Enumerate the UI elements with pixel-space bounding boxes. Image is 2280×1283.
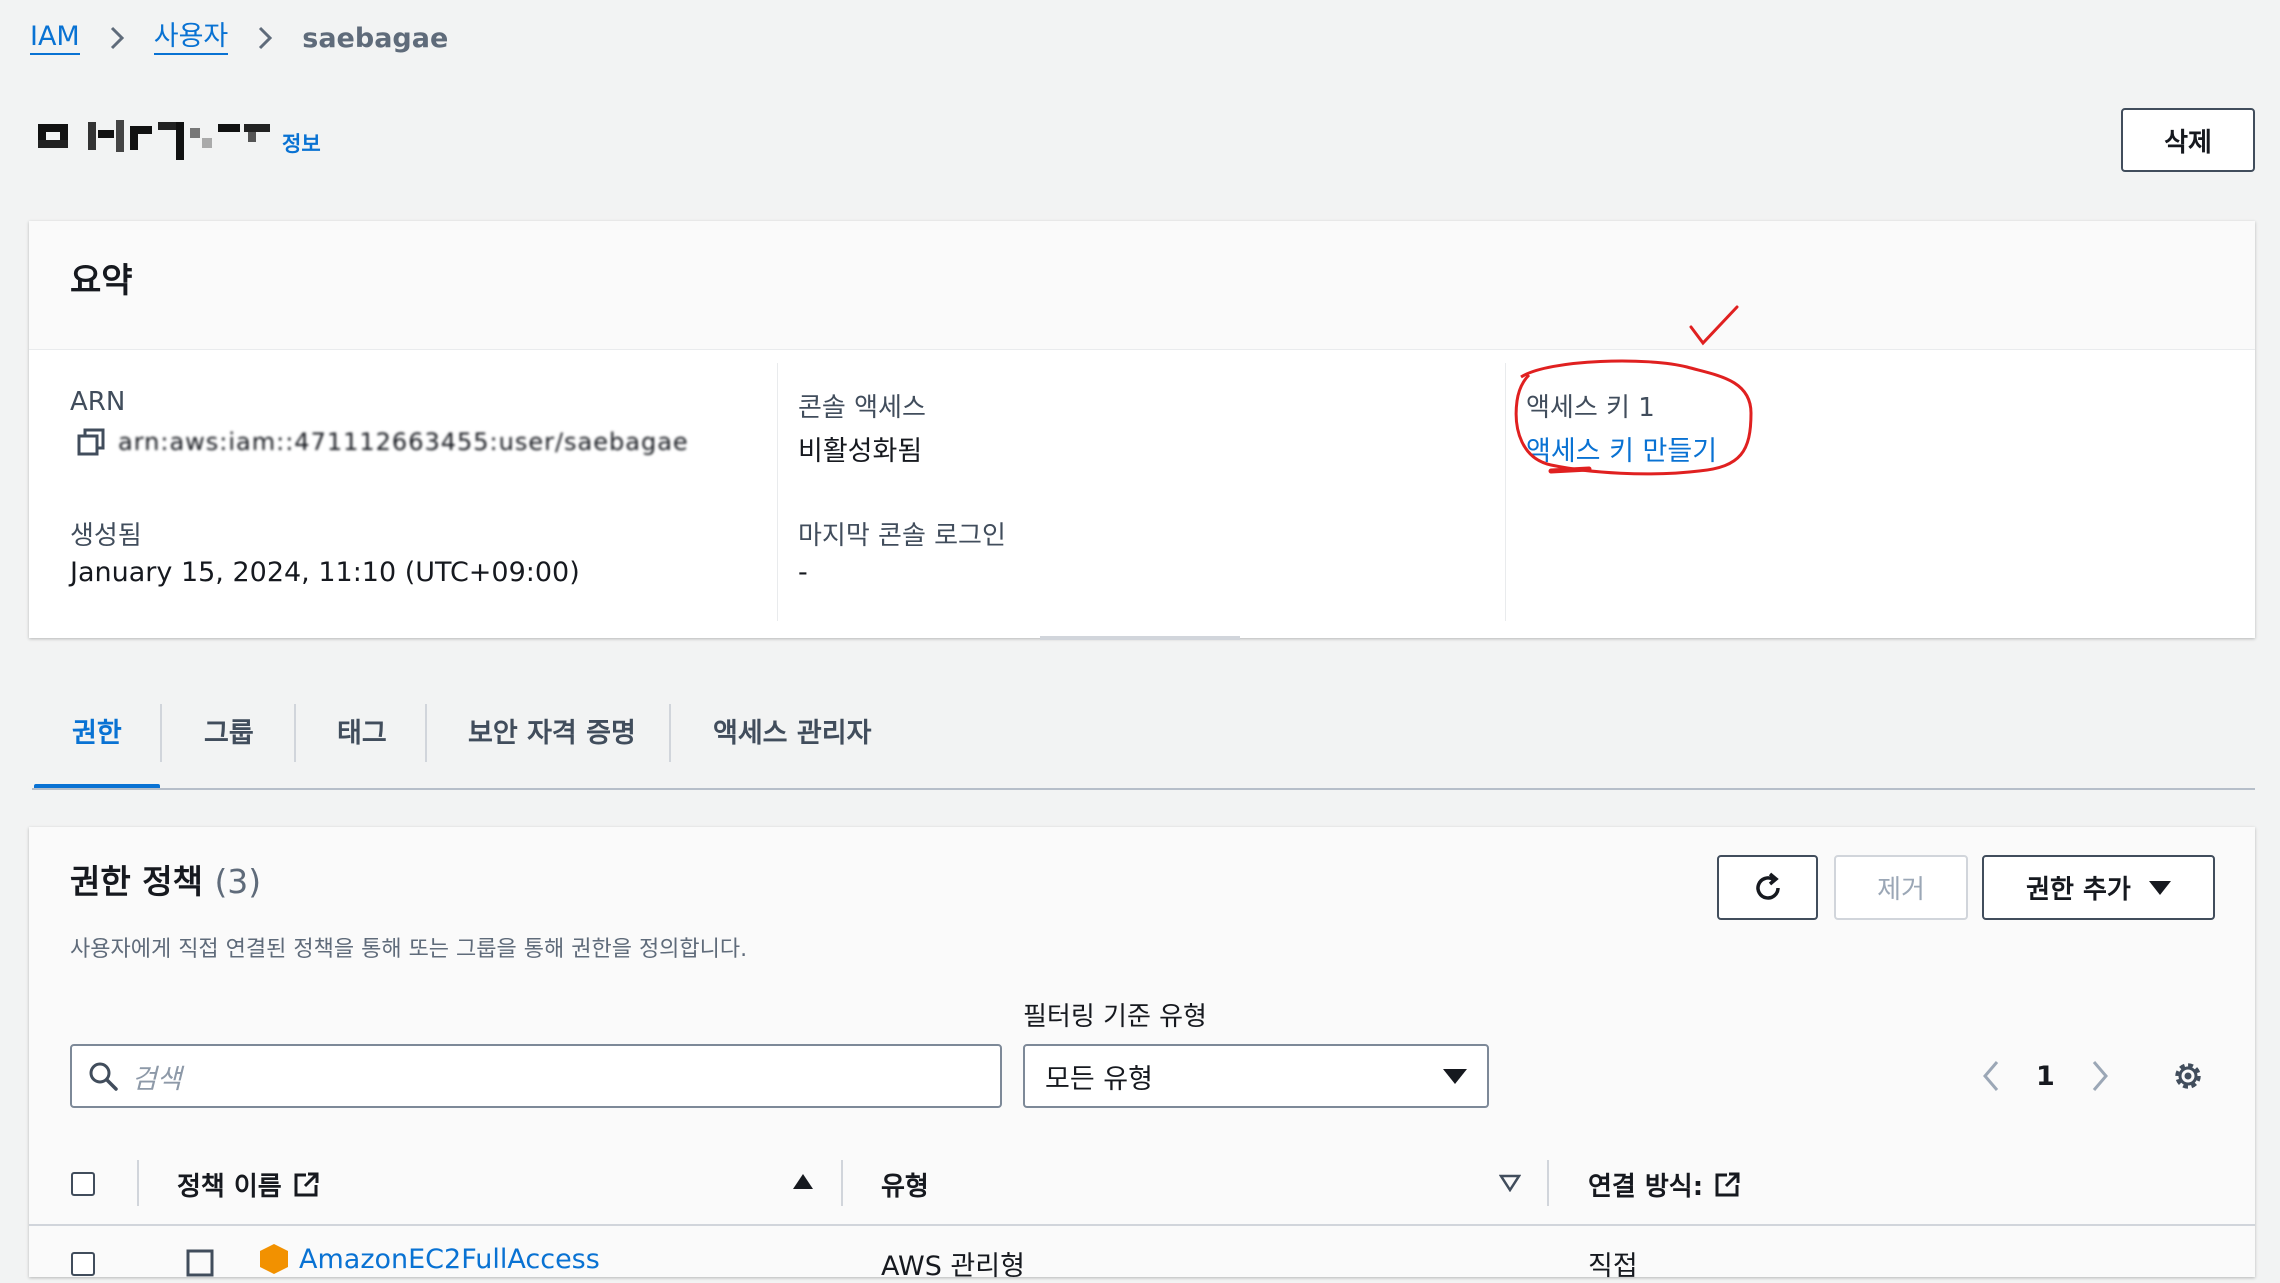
chevron-right-icon (252, 25, 278, 51)
search-placeholder: 검색 (132, 1063, 182, 1095)
tab-divider (294, 704, 296, 762)
tab-bar: 권한 그룹 태그 보안 자격 증명 액세스 관리자 (32, 690, 2255, 790)
select-all-checkbox[interactable] (71, 1172, 95, 1196)
tab-divider (160, 704, 162, 762)
annotation-circle-icon (1514, 305, 1753, 476)
page-title: 정보 (38, 110, 321, 160)
permissions-title: 권한 정책 (70, 862, 203, 901)
filter-type-label: 필터링 기준 유형 (1023, 1002, 1207, 1032)
caret-down-icon (2148, 880, 2171, 895)
policy-type: AWS 관리형 (881, 1251, 1025, 1282)
last-login-value: - (798, 557, 808, 588)
search-input[interactable]: 검색 (70, 1044, 1002, 1108)
sort-ascending-icon[interactable] (793, 1174, 813, 1189)
column-policy-name-label: 정책 이름 (177, 1172, 282, 1202)
column-divider (1547, 1160, 1549, 1206)
remove-button[interactable]: 제거 (1834, 855, 1968, 920)
expand-icon[interactable] (185, 1248, 215, 1282)
policy-attached-via: 직접 (1588, 1251, 1638, 1282)
column-divider (841, 1160, 843, 1206)
arn-value: arn:aws:iam::471112663455:user/saebagae (118, 428, 689, 456)
column-policy-name[interactable]: 정책 이름 (177, 1166, 320, 1203)
permissions-count: (3) (214, 862, 262, 901)
aws-managed-policy-icon (257, 1242, 291, 1280)
tab-bar-border (32, 788, 2255, 790)
tab-access-advisor[interactable]: 액세스 관리자 (713, 700, 871, 760)
gear-icon[interactable] (2171, 1059, 2205, 1093)
breadcrumb-current: saebagae (302, 22, 449, 54)
column-divider (137, 1160, 139, 1206)
arn-value-row: arn:aws:iam::471112663455:user/saebagae (76, 427, 689, 457)
column-type[interactable]: 유형 (881, 1166, 929, 1203)
created-value: January 15, 2024, 11:10 (UTC+09:00) (70, 557, 580, 588)
info-link[interactable]: 정보 (282, 128, 321, 158)
external-link-icon (1713, 1171, 1741, 1199)
permissions-description: 사용자에게 직접 연결된 정책을 통해 또는 그룹을 통해 권한을 정의합니다. (70, 937, 748, 962)
pagination: 1 (1980, 1052, 2205, 1100)
chevron-right-icon (104, 25, 130, 51)
column-attached-via[interactable]: 연결 방식: (1588, 1166, 1741, 1203)
column-divider (777, 363, 778, 621)
table-row: AmazonEC2FullAccess AWS 관리형 직접 (29, 1234, 2255, 1282)
external-link-icon (292, 1171, 320, 1199)
tab-security-credentials[interactable]: 보안 자격 증명 (468, 700, 636, 760)
search-icon (88, 1061, 118, 1091)
copy-icon[interactable] (76, 427, 106, 457)
delete-button[interactable]: 삭제 (2121, 108, 2255, 172)
console-access-label: 콘솔 액세스 (798, 393, 926, 423)
redacted-title-image (38, 116, 270, 160)
breadcrumb-users-link[interactable]: 사용자 (153, 21, 229, 55)
refresh-button[interactable] (1717, 855, 1818, 920)
table-header: 정책 이름 유형 연결 방식: (29, 1148, 2255, 1226)
last-login-label: 마지막 콘솔 로그인 (798, 521, 1006, 551)
tab-divider (425, 704, 427, 762)
tab-divider (669, 704, 671, 762)
summary-card: 요약 ARN arn:aws:iam::471112663455:user/sa… (29, 221, 2255, 640)
breadcrumb-iam-link[interactable]: IAM (30, 21, 80, 55)
chevron-left-icon[interactable] (1980, 1059, 2002, 1093)
caret-down-icon (1443, 1068, 1467, 1084)
scroll-indicator (1040, 636, 1240, 640)
created-label: 생성됨 (70, 521, 142, 551)
add-permissions-button[interactable]: 권한 추가 (1982, 855, 2215, 920)
tab-groups[interactable]: 그룹 (204, 700, 254, 760)
filter-type-select[interactable]: 모든 유형 (1023, 1044, 1489, 1108)
permissions-heading: 권한 정책 (3) (70, 855, 261, 903)
summary-heading: 요약 (70, 261, 133, 301)
summary-header: 요약 (29, 221, 2255, 350)
row-checkbox[interactable] (71, 1252, 95, 1276)
console-access-value: 비활성화됨 (798, 436, 923, 467)
sort-icon[interactable] (1498, 1174, 1522, 1196)
add-permissions-label: 권한 추가 (2026, 875, 2131, 905)
current-page[interactable]: 1 (2036, 1061, 2055, 1092)
tab-permissions[interactable]: 권한 (72, 700, 122, 760)
chevron-right-icon[interactable] (2089, 1059, 2111, 1093)
filter-type-value: 모든 유형 (1045, 1063, 1153, 1095)
arn-label: ARN (70, 387, 126, 417)
refresh-icon (1755, 872, 1780, 900)
breadcrumb: IAM 사용자 saebagae (30, 16, 448, 60)
tab-tags[interactable]: 태그 (337, 700, 387, 760)
column-attached-label: 연결 방식: (1588, 1172, 1704, 1202)
